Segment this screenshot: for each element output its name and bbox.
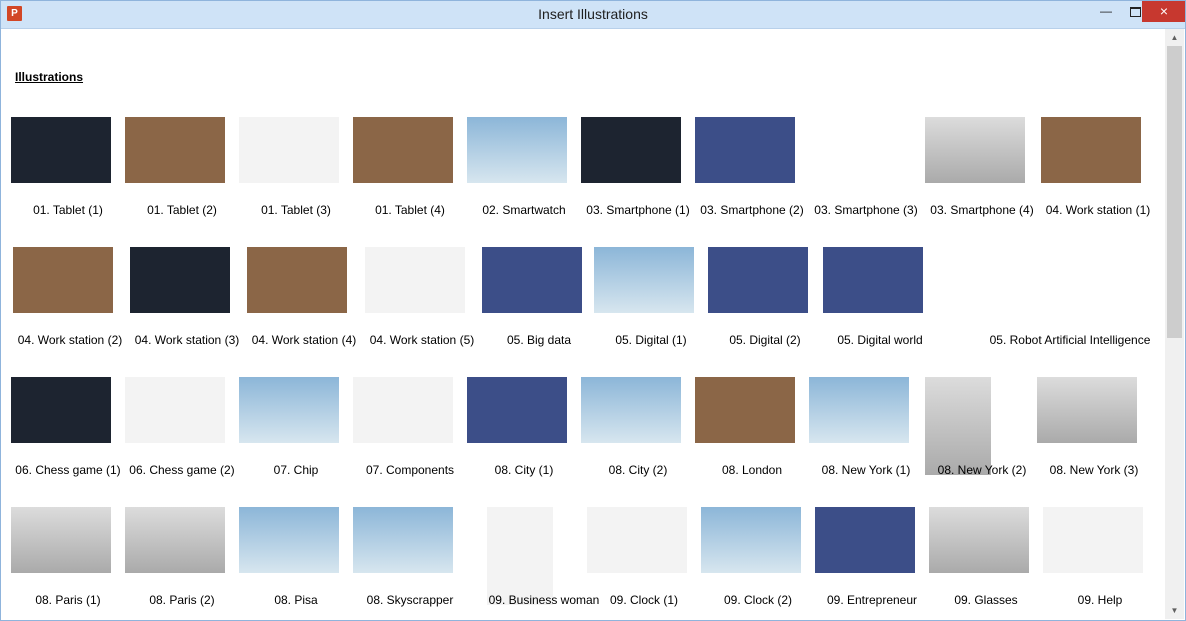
illustration-thumbnail[interactable] [247,247,347,313]
illustration-label: 08. New York (1) [821,463,911,477]
illustration-thumbnail[interactable] [13,247,113,313]
illustration-label: 04. Work station (4) [251,333,357,347]
illustration-label: 04. Work station (3) [134,333,240,347]
illustration-thumbnail[interactable] [925,117,1025,183]
illustration-thumbnail[interactable] [581,117,681,183]
illustration-label: 02. Smartwatch [482,203,566,217]
illustration-thumbnail[interactable] [11,377,111,443]
illustration-thumbnail[interactable] [125,507,225,573]
illustration-thumbnail[interactable] [701,507,801,573]
illustration-label: 04. Work station (1) [1045,203,1151,217]
title-bar[interactable]: P Insert Illustrations — × [1,1,1185,29]
illustration-thumbnail[interactable] [125,117,225,183]
illustration-label: 09. Glasses [954,593,1018,607]
illustration-label: 08. Paris (2) [149,593,215,607]
illustration-label: 03. Smartphone (2) [700,203,804,217]
illustration-thumbnail[interactable] [987,247,1087,313]
illustration-label: 03. Smartphone (1) [586,203,690,217]
illustration-label: 03. Smartphone (3) [814,203,918,217]
illustration-thumbnail[interactable] [929,507,1029,573]
illustration-thumbnail[interactable] [239,117,339,183]
illustration-thumbnail[interactable] [487,507,553,605]
illustration-thumbnail[interactable] [353,507,453,573]
illustration-label: 01. Tablet (2) [147,203,217,217]
illustration-thumbnail[interactable] [581,377,681,443]
illustration-thumbnail[interactable] [587,507,687,573]
illustration-label: 05. Digital (1) [615,333,687,347]
close-button[interactable]: × [1142,1,1185,22]
illustration-label: 01. Tablet (3) [261,203,331,217]
illustration-thumbnail[interactable] [11,117,111,183]
close-icon: × [1159,3,1169,19]
illustration-thumbnail[interactable] [125,377,225,443]
illustration-label: 01. Tablet (1) [33,203,103,217]
illustration-thumbnail[interactable] [467,377,567,443]
illustration-thumbnail[interactable] [1037,377,1137,443]
illustration-label: 08. New York (3) [1049,463,1139,477]
illustration-thumbnail[interactable] [467,117,567,183]
illustration-thumbnail[interactable] [925,377,991,475]
illustration-label: 01. Tablet (4) [375,203,445,217]
illustrations-heading: Illustrations [15,70,84,84]
illustration-label: 08. Paris (1) [35,593,101,607]
illustration-label: 06. Chess game (1) [15,463,121,477]
illustration-thumbnail[interactable] [823,247,923,313]
illustration-label: 03. Smartphone (4) [930,203,1034,217]
illustration-label: 08. London [721,463,783,477]
illustration-label: 07. Chip [273,463,319,477]
illustration-thumbnail[interactable] [809,117,909,183]
illustration-thumbnail[interactable] [695,377,795,443]
illustration-label: 08. City (1) [494,463,554,477]
minimize-button[interactable]: — [1091,1,1121,22]
illustration-label: 04. Work station (5) [369,333,475,347]
vertical-scrollbar[interactable]: ▲ ▼ [1165,29,1184,619]
illustration-thumbnail[interactable] [482,247,582,313]
illustration-label: 07. Components [365,463,455,477]
illustration-thumbnail[interactable] [1041,117,1141,183]
insert-illustrations-window: P Insert Illustrations — × Illustrations… [0,0,1186,621]
illustration-label: 09. Clock (2) [723,593,793,607]
illustration-thumbnail[interactable] [708,247,808,313]
illustration-thumbnail[interactable] [353,117,453,183]
illustration-label: 05. Robot Artificial Intelligence [989,333,1151,347]
illustration-thumbnail[interactable] [594,247,694,313]
illustration-thumbnail[interactable] [11,507,111,573]
illustration-label: 09. Clock (1) [609,593,679,607]
illustration-thumbnail[interactable] [1043,507,1143,573]
illustration-label: 08. Pisa [274,593,318,607]
illustration-thumbnail[interactable] [353,377,453,443]
illustration-label: 05. Big data [506,333,572,347]
scroll-up-icon[interactable]: ▲ [1165,29,1184,46]
scroll-thumb[interactable] [1167,46,1182,338]
illustration-label: 05. Digital (2) [729,333,801,347]
illustration-label: 09. Entrepreneur [826,593,918,607]
illustration-label: 06. Chess game (2) [129,463,235,477]
illustration-label: 08. City (2) [608,463,668,477]
scroll-down-icon[interactable]: ▼ [1165,602,1184,619]
illustration-thumbnail[interactable] [815,507,915,573]
illustration-label: 04. Work station (2) [17,333,123,347]
minimize-icon: — [1100,4,1112,18]
illustration-thumbnail[interactable] [239,377,339,443]
illustration-thumbnail[interactable] [809,377,909,443]
illustration-label: 08. Skyscrapper [366,593,454,607]
illustration-thumbnail[interactable] [239,507,339,573]
illustration-thumbnail[interactable] [365,247,465,313]
illustration-thumbnail[interactable] [695,117,795,183]
maximize-icon [1129,7,1141,17]
illustration-label: 05. Digital world [837,333,923,347]
illustration-label: 09. Help [1077,593,1123,607]
window-title: Insert Illustrations [538,6,648,22]
illustration-label: 08. New York (2) [937,463,1027,477]
illustration-thumbnail[interactable] [130,247,230,313]
